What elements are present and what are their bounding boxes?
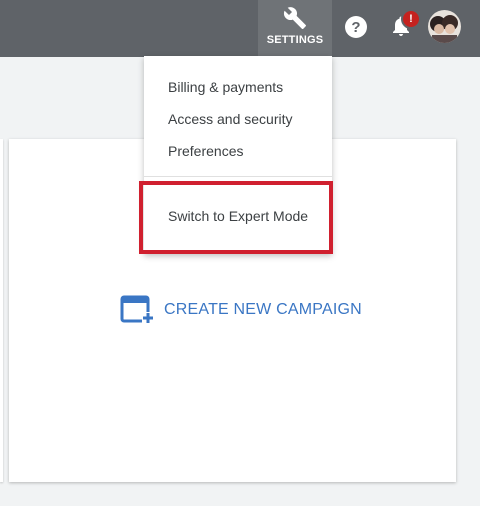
notification-badge: !: [401, 9, 421, 29]
help-icon[interactable]: ?: [345, 16, 367, 38]
menu-item-preferences[interactable]: Preferences: [168, 143, 243, 159]
top-bar: SETTINGS ? !: [0, 0, 480, 57]
settings-button[interactable]: SETTINGS: [258, 0, 332, 57]
menu-divider: [144, 176, 332, 177]
highlight-box: [139, 181, 333, 254]
background-panel: [0, 139, 3, 482]
add-window-icon: [120, 295, 154, 324]
menu-item-access-security[interactable]: Access and security: [168, 111, 293, 127]
avatar[interactable]: [428, 10, 461, 43]
create-campaign-label: CREATE NEW CAMPAIGN: [164, 301, 362, 318]
menu-item-billing[interactable]: Billing & payments: [168, 79, 283, 95]
create-campaign-button[interactable]: CREATE NEW CAMPAIGN: [120, 295, 362, 325]
wrench-icon: [283, 7, 306, 29]
settings-label: SETTINGS: [266, 34, 324, 46]
